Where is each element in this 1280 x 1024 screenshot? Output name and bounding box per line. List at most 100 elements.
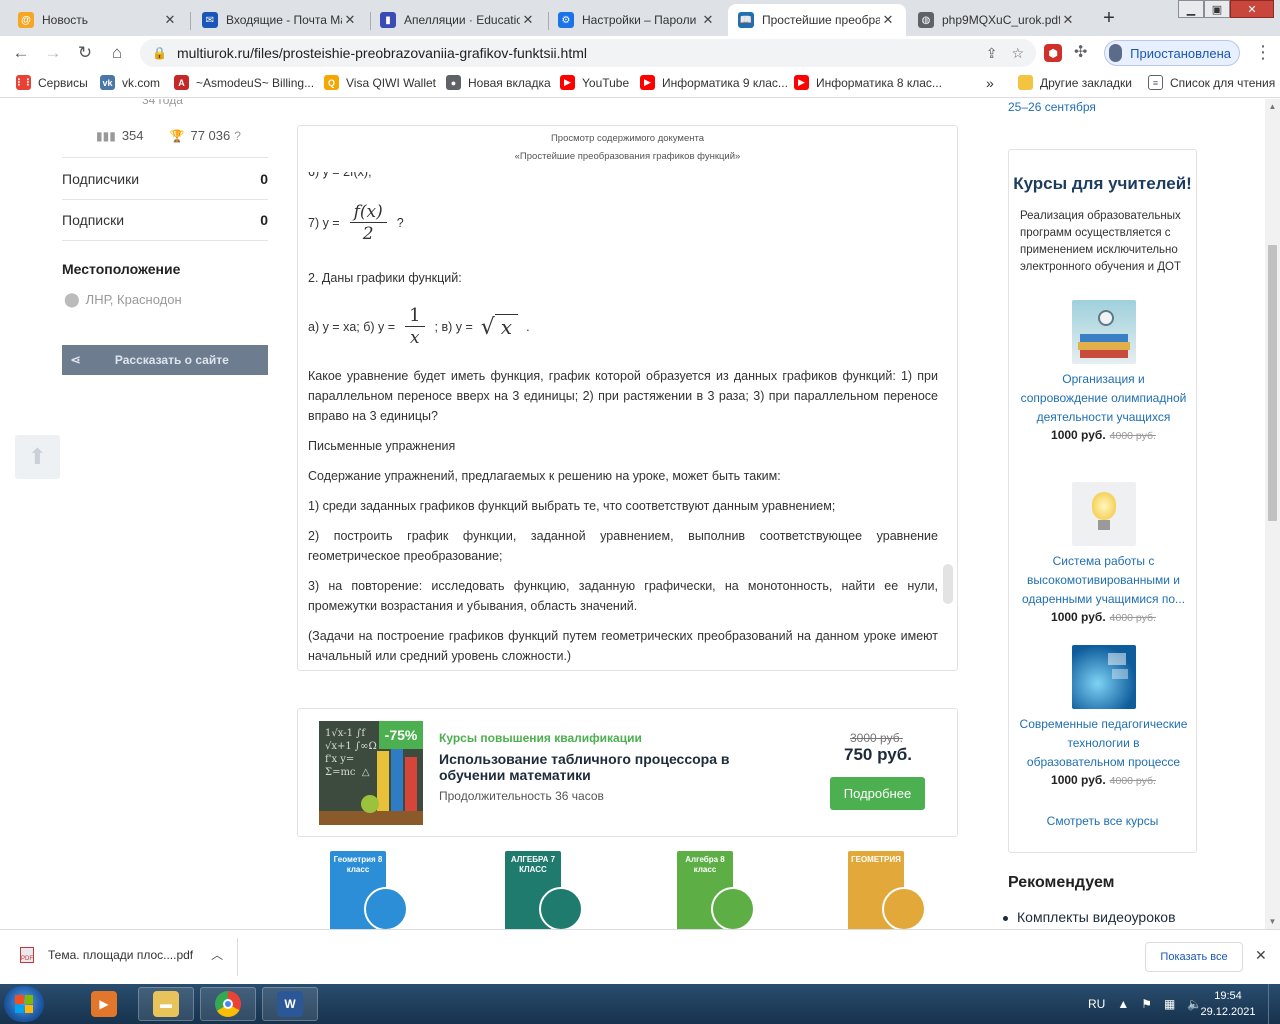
course-old-price: 4000 руб. [1109, 612, 1156, 624]
product-cover[interactable]: Алгебра 8 класс [677, 851, 759, 929]
tab-close-icon[interactable]: ✕ [880, 12, 896, 28]
tab-favicon-icon: ▮ [380, 12, 396, 28]
tab-close-icon[interactable]: ✕ [342, 12, 358, 28]
chevron-up-icon[interactable]: ︿ [211, 946, 223, 963]
tab-favicon-icon: ◍ [918, 12, 934, 28]
course-card[interactable]: Современные педагогические технологии в … [1009, 645, 1198, 787]
product-cover[interactable]: ГЕОМЕТРИЯ [848, 851, 930, 929]
browser-menu-icon[interactable]: ⋮ [1254, 42, 1272, 63]
tab-close-icon[interactable]: ✕ [162, 12, 178, 28]
tab-6[interactable]: ◍ php9MQXuC_urok.pdf ✕ [908, 4, 1086, 36]
page-scrollbar[interactable]: ▲ ▼ [1265, 99, 1280, 929]
close-window-button[interactable]: ✕ [1230, 0, 1274, 18]
network-icon[interactable]: ▦ [1164, 997, 1175, 1011]
extension-shield-icon[interactable]: ⬢ [1044, 44, 1062, 62]
billing-icon: A [174, 75, 189, 90]
course-card[interactable]: Организация и сопровождение олимпиадной … [1009, 300, 1198, 442]
media-player-icon: ▶ [91, 991, 117, 1017]
taskbar-word[interactable]: W [262, 987, 318, 1021]
bookmark-item[interactable]: vk vk.com [100, 75, 160, 90]
show-desktop-button[interactable] [1268, 984, 1280, 1024]
product-cover[interactable]: АЛГЕБРА 7 КЛАСС [505, 851, 587, 929]
course-thumbnail [1071, 645, 1136, 709]
recommend-item-label: Комплекты видеоуроков [1017, 909, 1176, 925]
new-tab-button[interactable]: + [1096, 5, 1122, 31]
help-icon[interactable]: ? [234, 129, 241, 143]
course-card[interactable]: Система работы с высокомотивированными и… [1009, 482, 1198, 624]
share-site-button[interactable]: ⋖ Рассказать о сайте [62, 345, 268, 375]
bookmarks-overflow-button[interactable]: » [986, 75, 994, 91]
flag-icon[interactable]: ⚑ [1141, 997, 1152, 1011]
home-button[interactable]: ⌂ [104, 40, 130, 66]
tab-4[interactable]: ⚙ Настройки – Пароли ✕ [548, 4, 726, 36]
bookmark-item[interactable]: ▶ Информатика 9 клас... [640, 75, 788, 90]
all-courses-link[interactable]: Смотреть все курсы [1009, 814, 1196, 828]
course-name: Современные педагогические технологии в … [1019, 717, 1188, 769]
viewer-scrollbar-thumb[interactable] [943, 564, 953, 604]
bookmark-star-icon[interactable]: ☆ [1011, 45, 1024, 62]
tray-expand-icon[interactable]: ▲ [1117, 997, 1129, 1011]
close-download-bar-icon[interactable]: ✕ [1255, 947, 1267, 964]
pdf-file-icon: PDF [20, 946, 34, 963]
tab-1[interactable]: @ Новость ✕ [8, 4, 188, 36]
page-scrollbar-thumb[interactable] [1268, 245, 1277, 521]
document-content[interactable]: 6) y = 2f(x); 7) y = f(x) 2 ? 2. Даны гр… [308, 172, 938, 668]
ad-title[interactable]: Использование табличного процессора в об… [439, 751, 799, 783]
doc-text: а) y = xa; б) y = [308, 320, 396, 334]
recommend-item[interactable]: Комплекты видеоуроков [1000, 909, 1176, 925]
address-bar[interactable]: 🔒 multiurok.ru/files/prosteishie-preobra… [140, 39, 1036, 67]
show-all-downloads-button[interactable]: Показать все [1145, 942, 1243, 972]
taskbar-media-player[interactable]: ▶ [76, 987, 132, 1021]
bookmark-item[interactable]: ▶ Информатика 8 клас... [794, 75, 942, 90]
subscriptions-row[interactable]: Подписки 0 [62, 199, 268, 241]
taskbar-explorer[interactable]: ▬ [138, 987, 194, 1021]
start-button[interactable] [4, 986, 44, 1022]
subscribers-row[interactable]: Подписчики 0 [62, 157, 268, 199]
arrow-right-icon: → [44, 43, 62, 62]
extensions-puzzle-icon[interactable]: ✣ [1074, 42, 1087, 62]
other-bookmarks[interactable]: Другие закладки [1018, 75, 1132, 90]
back-button[interactable]: ← [8, 40, 34, 66]
doc-text: ? [396, 216, 404, 230]
tab-close-icon[interactable]: ✕ [520, 12, 536, 28]
vk-icon: vk [100, 75, 115, 90]
language-indicator[interactable]: RU [1088, 997, 1105, 1011]
course-price: 1000 руб. 4000 руб. [1009, 773, 1198, 787]
reload-button[interactable]: ↻ [72, 40, 98, 66]
profile-button[interactable]: Приостановлена [1104, 40, 1240, 66]
bookmark-item[interactable]: A ~AsmodeuS~ Billing... [174, 75, 314, 90]
download-item[interactable]: PDF Тема. площади плос....pdf ︿ [20, 946, 223, 963]
clock[interactable]: 19:54 29.12.2021 [1198, 988, 1258, 1020]
course-ad[interactable]: 1√x-1 ∫f √x+1 ∫∞Ω f'x y= Σ=mc △ -75% Кур… [297, 708, 958, 837]
minimize-button[interactable]: ▁ [1178, 0, 1204, 18]
ad-duration: Продолжительность 36 часов [439, 789, 604, 803]
reading-list-icon: ≡ [1148, 75, 1163, 90]
sqrt-radicand: x [494, 313, 519, 339]
scroll-down-arrow-icon[interactable]: ▼ [1268, 917, 1277, 926]
viewer-scrollbar[interactable] [941, 172, 955, 668]
tab-title: Апелляции · Education [404, 13, 520, 27]
share-page-icon[interactable]: ⇪ [986, 45, 998, 62]
event-date[interactable]: 25–26 сентября [1008, 100, 1096, 114]
course-name: Система работы с высокомотивированными и… [1021, 554, 1186, 606]
taskbar-chrome[interactable] [200, 987, 256, 1021]
scroll-to-top-button[interactable]: ⬆ [15, 435, 60, 479]
subscribers-value: 0 [260, 170, 268, 187]
maximize-button[interactable]: ▣ [1204, 0, 1230, 18]
reading-list[interactable]: ≡ Список для чтения [1148, 75, 1275, 90]
ad-more-button[interactable]: Подробнее [830, 777, 925, 810]
bookmark-item[interactable]: ▶ YouTube [560, 75, 629, 90]
bookmark-item[interactable]: Q Visa QIWI Wallet [324, 75, 436, 90]
scroll-up-arrow-icon[interactable]: ▲ [1268, 102, 1277, 111]
tab-5[interactable]: 📖 Простейшие преобразо✕ [728, 4, 906, 36]
forward-button[interactable]: → [40, 40, 66, 66]
product-cover[interactable]: Геометрия 8 класс [330, 851, 412, 929]
tab-close-icon[interactable]: ✕ [700, 12, 716, 28]
bookmark-item[interactable]: ⋮⋮ Сервисы [15, 75, 88, 90]
course-thumbnail [1071, 300, 1136, 364]
bookmark-item[interactable]: ● Новая вкладка [446, 75, 551, 90]
location-pin-icon: ⬤ [64, 291, 80, 307]
tab-2[interactable]: ✉ Входящие - Почта Mail.ru✕ [192, 4, 368, 36]
tab-3[interactable]: ▮ Апелляции · Education ✕ [370, 4, 546, 36]
tab-close-icon[interactable]: ✕ [1060, 12, 1076, 28]
